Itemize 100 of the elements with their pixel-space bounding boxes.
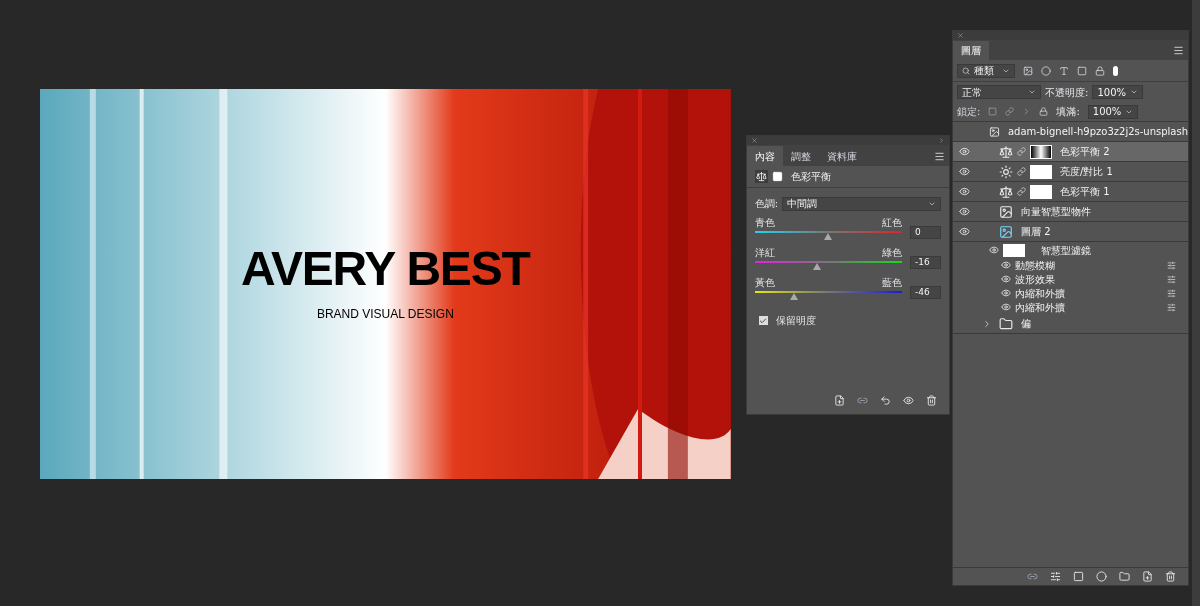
panel-tab[interactable]: 調整 (782, 146, 819, 166)
opacity-label: 不透明度: (1045, 85, 1089, 100)
eye-icon[interactable] (958, 226, 970, 237)
slider-right-label: 紅色 (882, 216, 903, 230)
slider-value-field[interactable]: -46 (910, 286, 942, 299)
add-mask-icon[interactable] (1073, 571, 1085, 582)
layer-mask-thumbnail (1030, 144, 1053, 159)
blending-options-icon[interactable] (1167, 260, 1177, 270)
type-filter-icon[interactable] (1059, 65, 1070, 76)
brand-subtitle: BRAND VISUAL DESIGN (316, 306, 454, 323)
color-slider-track[interactable] (754, 291, 903, 301)
preserve-label: 保留明度 (775, 314, 816, 328)
eye-icon[interactable] (1001, 302, 1012, 312)
link-icon (1017, 187, 1027, 196)
close-icon[interactable] (750, 137, 758, 144)
slider-thumb[interactable] (824, 233, 833, 240)
eye-icon[interactable] (958, 166, 970, 177)
filter-name: 波形效果 (1015, 272, 1057, 287)
slider-right-label: 綠色 (882, 246, 903, 260)
opacity-field[interactable]: 100% (1092, 85, 1143, 99)
close-icon[interactable] (957, 32, 965, 39)
slider-thumb[interactable] (790, 293, 799, 300)
slider-left-label: 黃色 (754, 276, 775, 290)
sun-icon (999, 164, 1014, 179)
caret-icon (1028, 88, 1037, 96)
layer-name: 向量智慧型物件 (1021, 205, 1092, 219)
blending-options-icon[interactable] (1167, 274, 1177, 284)
panel-tab[interactable]: 內容 (746, 146, 783, 166)
trash-icon[interactable] (926, 395, 938, 406)
view-previous-icon[interactable] (857, 395, 869, 406)
eye-icon[interactable] (989, 245, 1000, 255)
layer-mask-thumbnail (1030, 184, 1053, 199)
tone-dropdown[interactable]: 中間調 (782, 196, 942, 211)
eye-icon[interactable] (1001, 260, 1012, 270)
filter-name: 內縮和外擴 (1015, 300, 1067, 315)
blending-options-icon[interactable] (1167, 288, 1177, 298)
link-layers-icon[interactable] (1027, 571, 1039, 582)
clip-to-layer-icon[interactable] (834, 395, 846, 406)
shape-filter-icon[interactable] (1077, 65, 1088, 76)
panel-tab[interactable]: 圖層 (953, 41, 990, 60)
color-slider-track[interactable] (754, 261, 903, 271)
layer-row[interactable]: 色彩平衡 2 (953, 142, 1189, 162)
eye-icon[interactable] (1001, 288, 1012, 298)
link-icon (1017, 167, 1027, 176)
layer-name: adam-bignell-h9pzo3z2j2s-unsplash (1007, 125, 1189, 139)
eye-icon[interactable] (1001, 274, 1012, 284)
mask-icon[interactable] (771, 171, 783, 182)
panel-menu-icon[interactable] (1173, 45, 1185, 56)
new-group-icon[interactable] (1119, 571, 1131, 582)
eye-icon[interactable] (958, 146, 970, 157)
balance-icon (999, 184, 1014, 199)
layer-name: 色彩平衡 2 (1060, 145, 1110, 159)
panel-menu-icon[interactable] (934, 151, 946, 162)
smart-filter-label: 智慧型濾鏡 (1041, 243, 1092, 258)
smart-object-icon (988, 124, 1000, 139)
preserve-checkbox[interactable] (758, 316, 768, 325)
filter-dropdown[interactable]: 種類 (957, 63, 1016, 78)
smart-filter-icon[interactable] (1095, 65, 1106, 76)
panel-tab[interactable]: 資料庫 (818, 146, 865, 166)
trash-icon[interactable] (1165, 571, 1177, 582)
folder-icon (999, 316, 1014, 331)
reset-icon[interactable] (880, 395, 892, 406)
balance-icon (754, 170, 768, 183)
eye-icon[interactable] (958, 186, 970, 197)
caret-icon (1130, 88, 1138, 96)
slider-value-field[interactable]: 0 (910, 226, 942, 239)
filter-toggle-icon[interactable] (1113, 65, 1119, 76)
filter-mask-thumbnail (1003, 243, 1026, 257)
slider-left-label: 青色 (754, 216, 775, 230)
filter-name: 內縮和外擴 (1015, 286, 1067, 301)
layer-name: 色彩平衡 1 (1060, 185, 1110, 199)
new-layer-icon[interactable] (1142, 571, 1154, 582)
collapse-icon[interactable] (938, 137, 946, 144)
tone-label: 色調: (754, 197, 779, 211)
layer-row[interactable]: 色彩平衡 1 (953, 182, 1189, 202)
lock-icon[interactable] (1039, 107, 1049, 116)
adjustment-layer-icon[interactable] (1096, 571, 1108, 582)
layer-name: 偏 (1021, 317, 1032, 331)
layer-name: 亮度/對比 1 (1060, 165, 1113, 179)
balance-icon (999, 144, 1014, 159)
vector-object-icon (999, 204, 1014, 219)
visibility-icon[interactable] (903, 395, 915, 406)
layer-mask-thumbnail (1030, 164, 1053, 179)
color-slider-track[interactable] (754, 231, 903, 241)
link-icon (1017, 147, 1027, 156)
photo-thumbnail-icon (999, 224, 1014, 239)
layer-row[interactable]: 亮度/對比 1 (953, 162, 1189, 182)
slider-right-label: 藍色 (882, 276, 903, 290)
slider-value-field[interactable]: -16 (910, 256, 942, 269)
slider-left-label: 洋紅 (754, 246, 775, 260)
adjustment-filter-icon[interactable] (1041, 65, 1052, 76)
adjustment-title: 色彩平衡 (790, 170, 831, 184)
eye-icon[interactable] (958, 206, 970, 217)
blending-options-icon[interactable] (1167, 302, 1177, 312)
fill-field[interactable]: 100% (1087, 104, 1139, 119)
slider-thumb[interactable] (812, 263, 821, 270)
layer-style-icon[interactable] (1050, 571, 1062, 582)
filter-name: 動態模糊 (1015, 258, 1057, 273)
pixel-filter-icon[interactable] (1023, 65, 1034, 76)
blend-mode-dropdown[interactable]: 正常 (957, 85, 1042, 99)
